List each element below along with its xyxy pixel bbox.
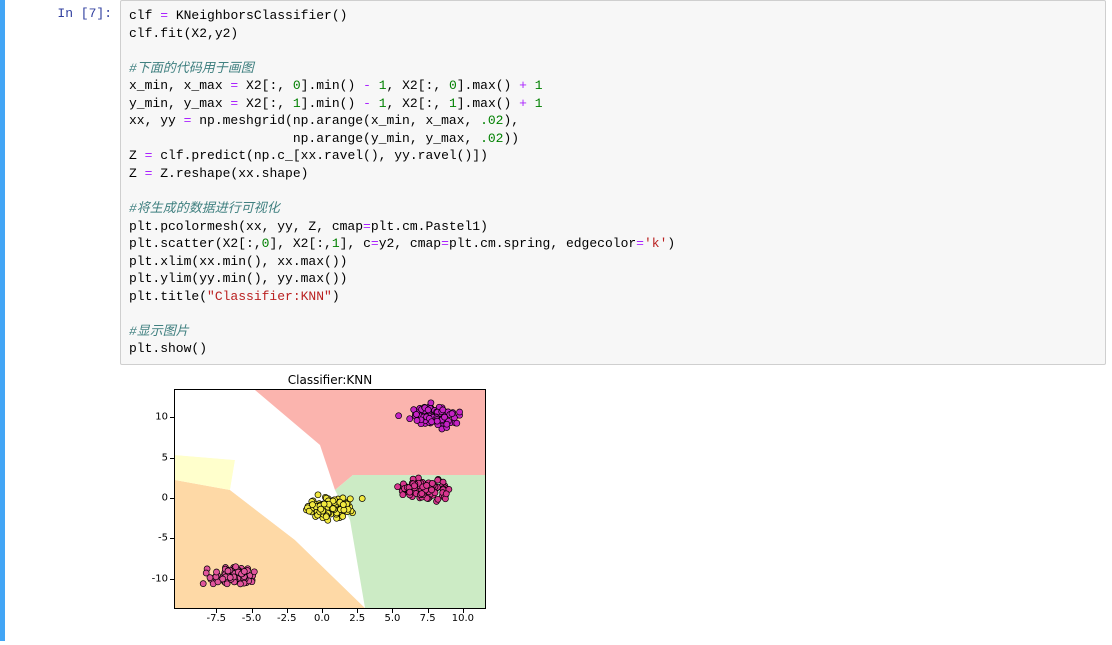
code-input[interactable]: clf = KNeighborsClassifier() clf.fit(X2,… (120, 0, 1106, 365)
y-tick-label: -5 (120, 533, 168, 544)
x-tick-label: -2.5 (277, 613, 297, 624)
knn-plot: Classifier:KNN (120, 373, 500, 633)
x-tick-label: -5.0 (242, 613, 262, 624)
y-tick-label: -10 (120, 573, 168, 584)
x-tick-label: 7.5 (420, 613, 436, 624)
output-area: Classifier:KNN (120, 365, 1106, 641)
x-tick-label: -7.5 (207, 613, 227, 624)
plot-frame (174, 389, 486, 609)
x-tick-label: 10.0 (452, 613, 474, 624)
y-tick-label: 0 (120, 492, 168, 503)
input-prompt: In [7]: (5, 0, 120, 641)
x-tick-label: 0.0 (314, 613, 330, 624)
cell-body: clf = KNeighborsClassifier() clf.fit(X2,… (120, 0, 1112, 641)
y-tick-label: 10 (120, 412, 168, 423)
y-tick-label: 5 (120, 452, 168, 463)
x-tick-label: 5.0 (384, 613, 400, 624)
notebook-cell: In [7]: clf = KNeighborsClassifier() clf… (0, 0, 1112, 641)
x-tick-label: 2.5 (349, 613, 365, 624)
plot-title: Classifier:KNN (160, 373, 500, 387)
scatter-points (175, 390, 485, 608)
